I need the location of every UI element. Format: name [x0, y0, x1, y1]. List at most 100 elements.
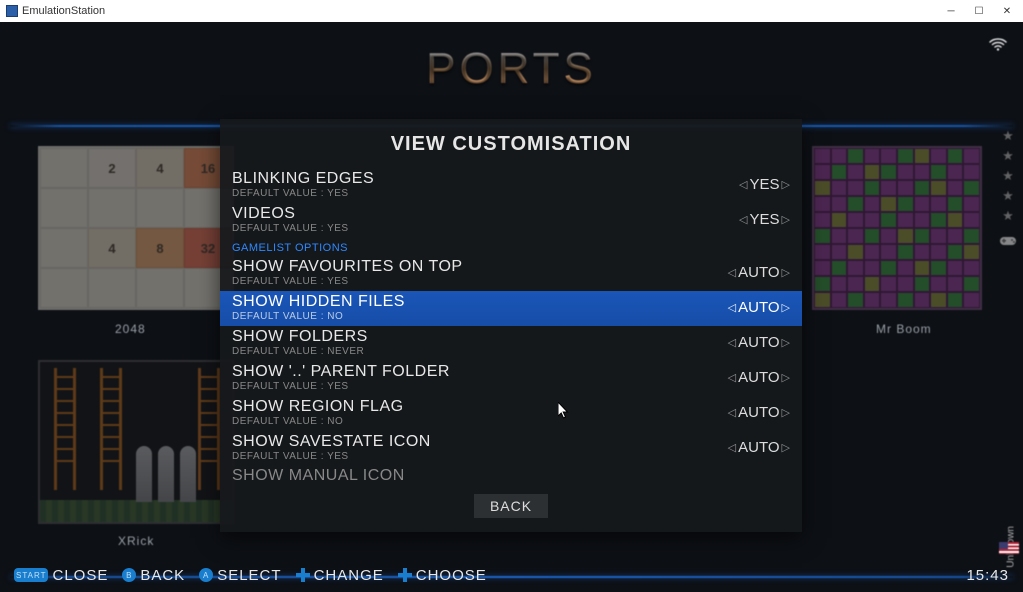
- option-label: VIDEOS: [232, 205, 349, 223]
- option-row[interactable]: SHOW HIDDEN FILESDEFAULT VALUE : NO ◁AUTO…: [220, 291, 802, 326]
- option-value[interactable]: ◁YES▷: [739, 211, 790, 228]
- option-row[interactable]: SHOW MANUAL ICON: [220, 466, 802, 484]
- chevron-left-icon[interactable]: ◁: [728, 336, 736, 349]
- clock: 15:43: [966, 567, 1009, 584]
- option-value[interactable]: ◁AUTO▷: [728, 299, 790, 316]
- chevron-left-icon[interactable]: ◁: [728, 441, 736, 454]
- controller-icon: [999, 234, 1017, 250]
- game-thumb-xrick[interactable]: [38, 360, 234, 524]
- option-value-text: YES: [750, 176, 780, 193]
- option-default: DEFAULT VALUE : YES: [232, 276, 463, 287]
- thumb2-label: XRick: [118, 534, 154, 548]
- button-badge: START: [14, 568, 48, 582]
- option-row[interactable]: VIDEOSDEFAULT VALUE : YES ◁YES▷: [220, 203, 802, 238]
- option-row[interactable]: BLINKING EDGESDEFAULT VALUE : YES ◁YES▷: [220, 168, 802, 203]
- button-badge: A: [199, 568, 213, 582]
- option-label: SHOW MANUAL ICON: [232, 467, 405, 484]
- game-thumb-mrboom[interactable]: [812, 146, 982, 310]
- thumb3-grid: [814, 148, 980, 308]
- game-thumb-2048[interactable]: 24164832: [38, 146, 234, 310]
- help-prompt-label: CLOSE: [52, 567, 108, 584]
- wifi-icon: [989, 38, 1007, 57]
- window-close-button[interactable]: ✕: [993, 0, 1021, 22]
- option-row[interactable]: SHOW FOLDERSDEFAULT VALUE : NEVER ◁AUTO▷: [220, 326, 802, 361]
- option-label: SHOW REGION FLAG: [232, 398, 404, 416]
- option-value[interactable]: ◁AUTO▷: [728, 404, 790, 421]
- option-row[interactable]: SHOW REGION FLAGDEFAULT VALUE : NO ◁AUTO▷: [220, 396, 802, 431]
- back-button[interactable]: BACK: [474, 494, 548, 518]
- chevron-left-icon[interactable]: ◁: [728, 371, 736, 384]
- option-default: DEFAULT VALUE : YES: [232, 381, 450, 392]
- option-default: DEFAULT VALUE : YES: [232, 188, 374, 199]
- rating-star-icon: ★: [1002, 208, 1014, 224]
- chevron-right-icon[interactable]: ▷: [782, 441, 790, 454]
- chevron-left-icon[interactable]: ◁: [728, 406, 736, 419]
- dpad-icon: [398, 568, 412, 582]
- help-prompt-label: SELECT: [217, 567, 281, 584]
- option-label: SHOW FAVOURITES ON TOP: [232, 258, 463, 276]
- option-value-text: AUTO: [738, 439, 779, 456]
- option-label: SHOW FOLDERS: [232, 328, 368, 346]
- app-viewport: PORTS 24164832 2048 XRick Mr: [0, 22, 1023, 592]
- option-value-text: AUTO: [738, 369, 779, 386]
- chevron-right-icon[interactable]: ▷: [782, 213, 790, 226]
- help-bar: START CLOSE BBACK A SELECT CHANGE CHOOSE 15:43: [0, 558, 1023, 592]
- region-flag-icon: [999, 542, 1019, 554]
- window-title: EmulationStation: [22, 5, 105, 17]
- chevron-right-icon[interactable]: ▷: [782, 371, 790, 384]
- window-maximize-button[interactable]: ☐: [965, 0, 993, 22]
- option-row[interactable]: SHOW '..' PARENT FOLDERDEFAULT VALUE : Y…: [220, 361, 802, 396]
- option-row[interactable]: SHOW SAVESTATE ICONDEFAULT VALUE : YES ◁A…: [220, 431, 802, 466]
- option-row[interactable]: SHOW FAVOURITES ON TOPDEFAULT VALUE : YE…: [220, 256, 802, 291]
- chevron-right-icon[interactable]: ▷: [782, 266, 790, 279]
- option-default: DEFAULT VALUE : YES: [232, 223, 349, 234]
- option-value-text: AUTO: [738, 264, 779, 281]
- option-default: DEFAULT VALUE : NEVER: [232, 346, 368, 357]
- help-prompt: A SELECT: [199, 567, 281, 584]
- option-value-text: AUTO: [738, 299, 779, 316]
- option-value[interactable]: ◁YES▷: [739, 176, 790, 193]
- chevron-right-icon[interactable]: ▷: [782, 301, 790, 314]
- rating-star-icon: ★: [1002, 168, 1014, 184]
- option-value-text: AUTO: [738, 334, 779, 351]
- dialog-body[interactable]: BLINKING EDGESDEFAULT VALUE : YES◁YES▷VI…: [220, 168, 802, 484]
- help-prompt-label: CHOOSE: [416, 567, 487, 584]
- chevron-right-icon[interactable]: ▷: [782, 336, 790, 349]
- chevron-left-icon[interactable]: ◁: [728, 301, 736, 314]
- help-prompt: START CLOSE: [14, 567, 108, 584]
- dialog-title: VIEW CUSTOMISATION: [220, 119, 802, 168]
- option-default: DEFAULT VALUE : YES: [232, 451, 431, 462]
- option-label: SHOW SAVESTATE ICON: [232, 433, 431, 451]
- system-logo: PORTS: [0, 44, 1023, 94]
- help-prompt: CHOOSE: [398, 567, 487, 584]
- option-default: DEFAULT VALUE : NO: [232, 416, 404, 427]
- chevron-right-icon[interactable]: ▷: [782, 406, 790, 419]
- option-label: BLINKING EDGES: [232, 170, 374, 188]
- help-prompt-label: CHANGE: [314, 567, 384, 584]
- window-minimize-button[interactable]: ─: [937, 0, 965, 22]
- option-value[interactable]: ◁AUTO▷: [728, 264, 790, 281]
- chevron-left-icon[interactable]: ◁: [739, 213, 747, 226]
- window-titlebar: EmulationStation ─ ☐ ✕: [0, 0, 1023, 22]
- option-value[interactable]: ◁AUTO▷: [728, 439, 790, 456]
- option-value[interactable]: ◁AUTO▷: [728, 334, 790, 351]
- help-prompt: BBACK: [122, 567, 185, 584]
- view-customisation-dialog: VIEW CUSTOMISATION BLINKING EDGESDEFAULT…: [220, 119, 802, 532]
- option-value[interactable]: ◁AUTO▷: [728, 369, 790, 386]
- side-rail: ★ ★ ★ ★ ★: [993, 128, 1023, 552]
- thumb1-label: 2048: [115, 322, 146, 336]
- rating-star-icon: ★: [1002, 148, 1014, 164]
- chevron-left-icon[interactable]: ◁: [728, 266, 736, 279]
- thumb1-grid: 24164832: [40, 148, 232, 308]
- thumb3-label: Mr Boom: [876, 322, 932, 336]
- option-default: DEFAULT VALUE : NO: [232, 311, 405, 322]
- option-label: SHOW HIDDEN FILES: [232, 293, 405, 311]
- help-prompt: CHANGE: [296, 567, 384, 584]
- mouse-cursor: [558, 402, 570, 420]
- option-value-text: YES: [750, 211, 780, 228]
- rating-star-icon: ★: [1002, 128, 1014, 144]
- option-label: SHOW '..' PARENT FOLDER: [232, 363, 450, 381]
- chevron-left-icon[interactable]: ◁: [739, 178, 747, 191]
- chevron-right-icon[interactable]: ▷: [782, 178, 790, 191]
- rating-star-icon: ★: [1002, 188, 1014, 204]
